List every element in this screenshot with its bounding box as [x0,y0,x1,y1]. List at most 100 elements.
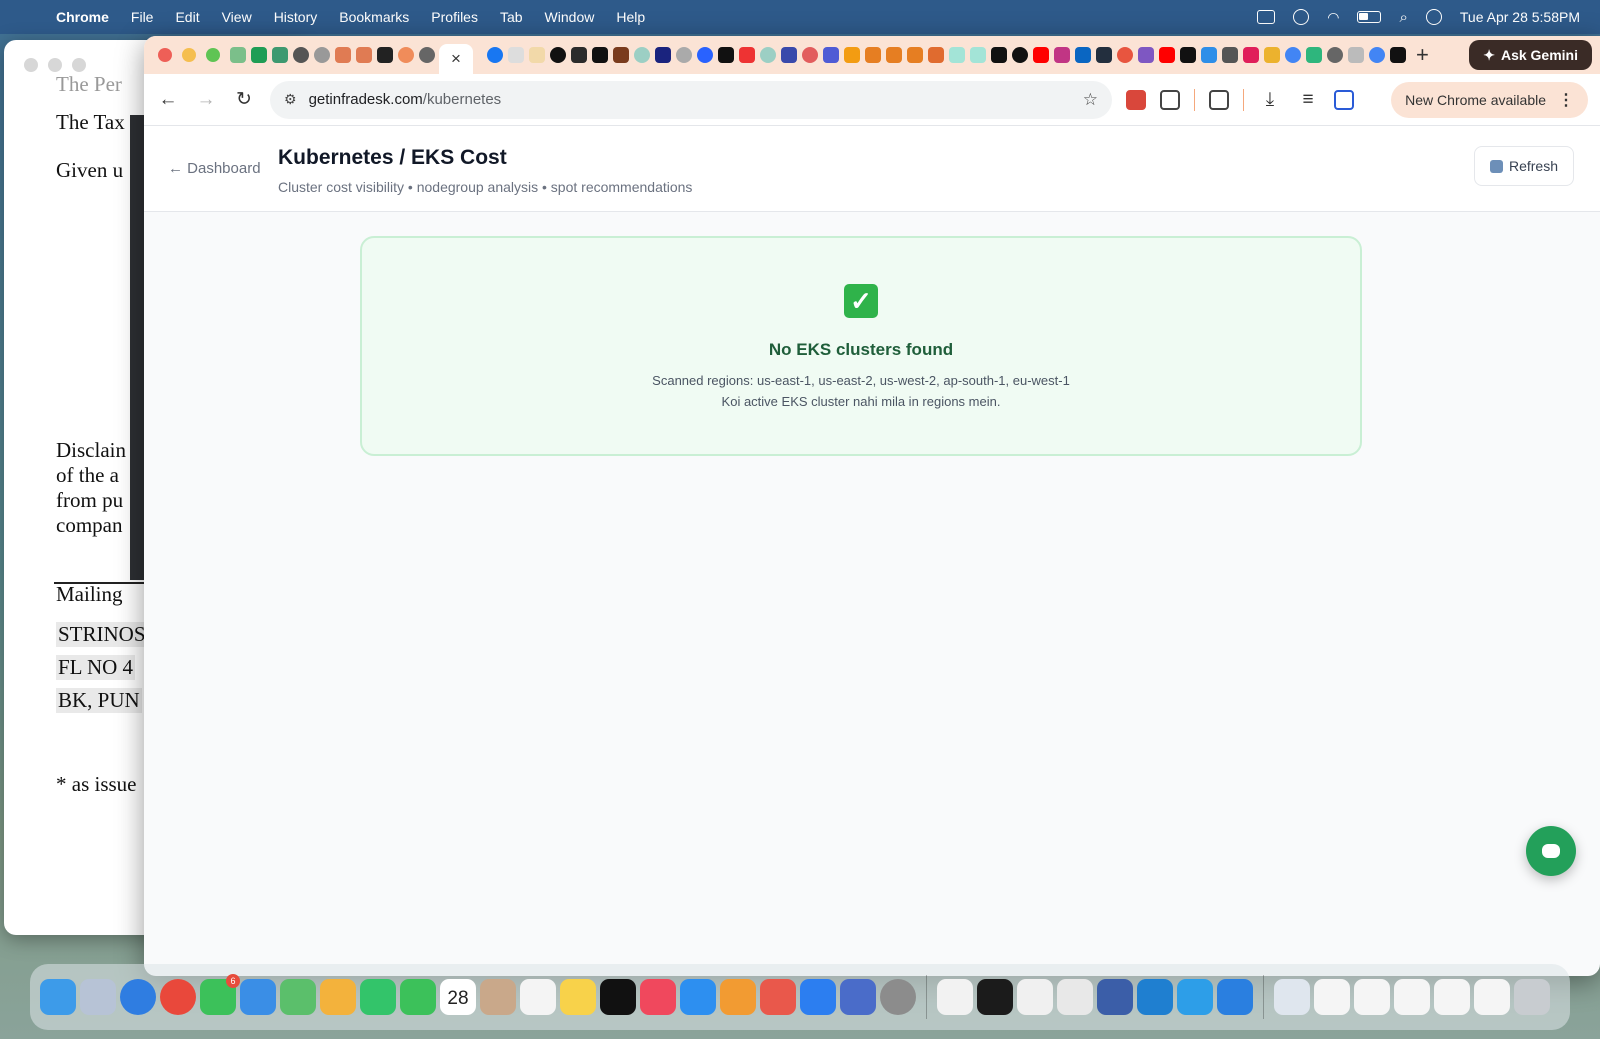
menu-window[interactable]: Window [545,9,595,25]
mail-icon[interactable] [240,979,276,1015]
tab-favicon-icon[interactable] [865,47,881,63]
download-icon[interactable]: ⤓ [1258,89,1282,111]
back-to-dashboard-link[interactable]: ← Dashboard [168,160,261,177]
tab-favicon-icon[interactable] [592,47,608,63]
menu-view[interactable]: View [222,9,252,25]
tab-favicon-icon[interactable] [529,47,545,63]
tab-favicon-icon[interactable] [844,47,860,63]
tab-favicon-icon[interactable] [230,47,246,63]
tab-favicon-icon[interactable] [739,47,755,63]
launchpad-icon[interactable] [80,979,116,1015]
tab-search-icon[interactable] [1209,89,1229,110]
search-app-icon[interactable] [1177,979,1213,1015]
tab-favicon-icon[interactable] [697,47,713,63]
profile-icon[interactable] [1334,89,1354,110]
tab-favicon-icon[interactable] [1012,47,1028,63]
notes-icon[interactable] [560,979,596,1015]
tab-favicon-icon[interactable] [1369,47,1385,63]
tab-favicon-icon[interactable] [487,47,503,63]
vscode-icon[interactable] [1137,979,1173,1015]
tab-favicon-icon[interactable] [1117,47,1133,63]
close-window-button[interactable] [158,48,172,62]
tab-favicon-icon[interactable] [293,47,309,63]
extensions-puzzle-icon[interactable] [1160,89,1180,110]
ask-gemini-button[interactable]: ✦ Ask Gemini [1469,40,1592,70]
downloads-stack-icon[interactable] [1274,979,1310,1015]
tab-favicon-icon[interactable] [419,47,435,63]
tab-favicon-icon[interactable] [1348,47,1364,63]
windows-app-icon[interactable] [1217,979,1253,1015]
bg-zoom-button[interactable] [72,58,86,72]
minimized-window-icon[interactable] [1434,979,1470,1015]
window-grid-icon[interactable] [1257,10,1276,24]
zoom-window-button[interactable] [206,48,220,62]
tab-favicon-icon[interactable] [1285,47,1301,63]
media-controls-icon[interactable]: ≡ [1296,89,1320,111]
menu-history[interactable]: History [274,9,318,25]
bg-minimize-button[interactable] [48,58,62,72]
tab-favicon-icon[interactable] [949,47,965,63]
tab-favicon-icon[interactable] [1264,47,1280,63]
tab-favicon-icon[interactable] [991,47,1007,63]
cursor-app-icon[interactable] [1017,979,1053,1015]
tab-favicon-icon[interactable] [550,47,566,63]
tab-favicon-icon[interactable] [1180,47,1196,63]
tab-favicon-icon[interactable] [272,47,288,63]
tab-favicon-icon[interactable] [251,47,267,63]
music-icon[interactable] [640,979,676,1015]
menu-help[interactable]: Help [616,9,645,25]
refresh-button[interactable]: Refresh [1474,146,1574,186]
tab-favicon-icon[interactable] [1306,47,1322,63]
tab-favicon-icon[interactable] [802,47,818,63]
tab-favicon-icon[interactable] [1054,47,1070,63]
tab-favicon-icon[interactable] [760,47,776,63]
facetime-icon[interactable] [360,979,396,1015]
tab-favicon-icon[interactable] [377,47,393,63]
kebab-menu-icon[interactable]: ⋮ [1558,90,1574,110]
claude-app-icon[interactable] [1057,979,1093,1015]
back-arrow-icon[interactable]: ← [156,89,180,111]
bookmark-star-icon[interactable]: ☆ [1083,90,1098,110]
new-chrome-available-button[interactable]: New Chrome available ⋮ [1391,81,1588,118]
wifi-icon[interactable]: ◠ [1327,9,1339,26]
minimized-window-icon[interactable] [1354,979,1390,1015]
tab-favicon-icon[interactable] [928,47,944,63]
chat-widget-button[interactable] [1526,826,1576,876]
database-app-icon[interactable] [1097,979,1133,1015]
tab-favicon-icon[interactable] [781,47,797,63]
active-tab[interactable]: × [439,44,473,74]
maps-icon[interactable] [280,979,316,1015]
menu-edit[interactable]: Edit [175,9,199,25]
tab-favicon-icon[interactable] [907,47,923,63]
tab-favicon-icon[interactable] [314,47,330,63]
site-info-icon[interactable]: ⚙ [284,91,297,108]
tab-favicon-icon[interactable] [1390,47,1406,63]
tab-favicon-icon[interactable] [356,47,372,63]
simulator-icon[interactable] [840,979,876,1015]
play-icon[interactable] [1293,9,1310,25]
finder-icon[interactable] [40,979,76,1015]
keynote-icon[interactable] [680,979,716,1015]
tab-favicon-icon[interactable] [1201,47,1217,63]
tab-favicon-icon[interactable] [1096,47,1112,63]
tab-favicon-icon[interactable] [823,47,839,63]
tab-favicon-icon[interactable] [1327,47,1343,63]
messages-icon[interactable]: 6 [200,974,240,1015]
photos-icon[interactable] [320,979,356,1015]
tab-favicon-icon[interactable] [655,47,671,63]
battery-icon[interactable] [1357,11,1382,23]
tab-favicon-icon[interactable] [1075,47,1091,63]
minimized-window-icon[interactable] [1394,979,1430,1015]
safari-icon[interactable] [120,979,156,1015]
menu-app-name[interactable]: Chrome [56,9,109,25]
tab-favicon-icon[interactable] [1243,47,1259,63]
rocket-app-icon[interactable] [760,979,796,1015]
tab-favicon-icon[interactable] [571,47,587,63]
tab-favicon-icon[interactable] [970,47,986,63]
tab-favicon-icon[interactable] [634,47,650,63]
forward-arrow-icon[interactable]: → [194,89,218,111]
tab-favicon-icon[interactable] [886,47,902,63]
tab-favicon-icon[interactable] [1159,47,1175,63]
calendar-icon[interactable]: 28 [440,979,476,1015]
tab-favicon-icon[interactable] [676,47,692,63]
